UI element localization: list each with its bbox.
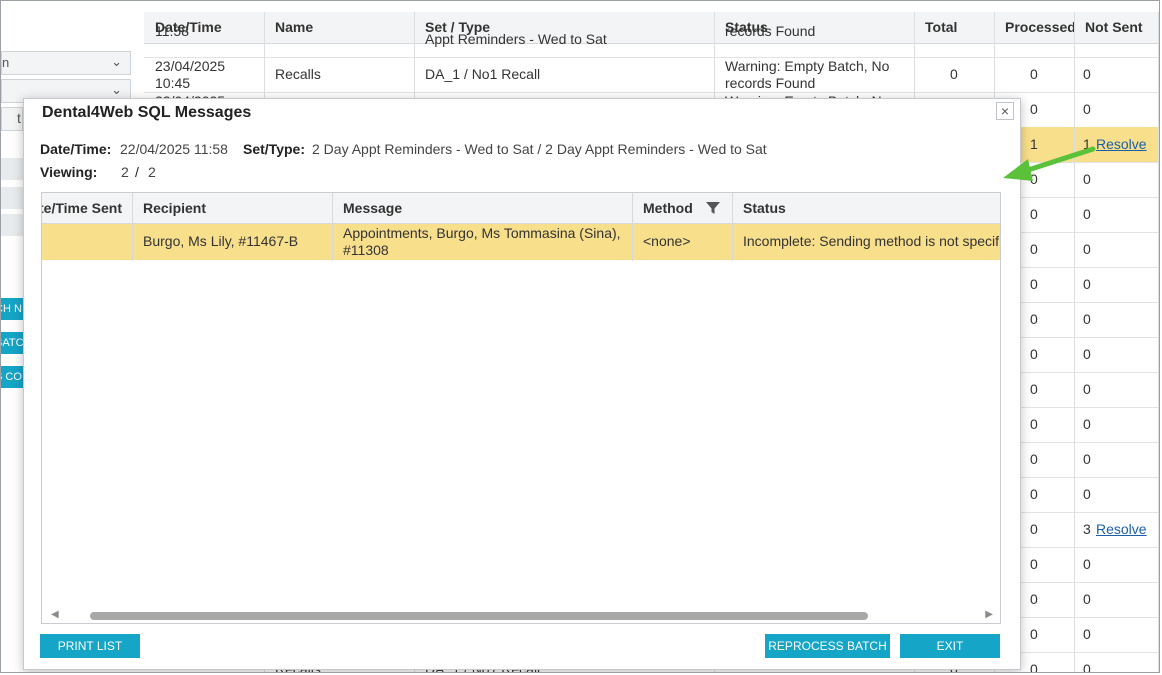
cell-message: Appointments, Burgo, Ms Tommasina (Sina)… [343,225,621,258]
left-row [1,187,23,209]
col-header-message[interactable]: Message [343,200,402,216]
cell-notsent: 0 [1083,556,1091,572]
close-button[interactable]: × [996,102,1014,120]
cell-notsent: 0 [1083,591,1091,607]
col-header-method[interactable]: Method [643,200,693,216]
filter-select-1-value: n [2,55,10,70]
cell-notsent: 0 [1083,346,1091,362]
cell-name: Recalls [275,66,321,82]
cell-status: records Found [725,23,816,39]
cell-processed: 0 [1030,101,1038,117]
cell-processed: 0 [1030,486,1038,502]
cell-notsent: 3 [1083,521,1091,537]
cell-status: Incomplete: Sending method is not specif [743,233,1000,249]
cell-processed: 0 [1030,591,1038,607]
col-header-datetime-sent[interactable]: te/Time Sent [42,200,122,216]
cell-processed: 0 [1030,626,1038,642]
scroll-left-icon[interactable]: ◀ [51,609,59,620]
cell-notsent: 0 [1083,276,1091,292]
cell-notsent: 0 [1083,451,1091,467]
cell-datetime: 11:58 [155,23,189,39]
chevron-down-icon: ⌄ [111,54,122,69]
table-row[interactable]: Burgo, Ms Lily, #11467-B Appointments, B… [42,224,1000,260]
cell-notsent: 0 [1083,311,1091,327]
reprocess-batch-button[interactable]: REPROCESS BATCH [765,634,890,658]
cell-processed: 0 [1030,416,1038,432]
datetime-value: 22/04/2025 11:58 [120,141,228,157]
cell-processed: 0 [1030,346,1038,362]
cell-settype: Appt Reminders - Wed to Sat [425,31,607,47]
viewing-total: 2 [148,164,156,180]
batch-button-2[interactable]: BATC [1,332,23,354]
col-divider [132,193,133,261]
scroll-right-icon[interactable]: ▶ [985,609,993,620]
cell-notsent: 0 [1083,101,1091,117]
settype-label: Set/Type: [243,141,305,157]
viewing-separator: / [135,164,139,180]
print-list-button[interactable]: PRINT LIST [40,634,140,658]
col-divider [332,193,333,261]
cell-processed: 0 [1030,241,1038,257]
cell-processed: 0 [1030,521,1038,537]
resolve-link[interactable]: Resolve [1096,521,1147,537]
sql-messages-dialog: Dental4Web SQL Messages × Date/Time: 22/… [23,98,1021,670]
messages-grid: te/Time Sent Recipient Message Method St… [41,192,1001,624]
cell-recipient: Burgo, Ms Lily, #11467-B [143,233,299,249]
cell-notsent: 0 [1083,416,1091,432]
cell-processed: 0 [1030,381,1038,397]
batch-button-1[interactable]: CH N [1,298,23,320]
cell-processed: 0 [1030,661,1038,673]
horizontal-scrollbar[interactable]: ◀ ▶ [42,608,1000,622]
col-divider [632,193,633,261]
cell-notsent: 0 [1083,626,1091,642]
cell-processed: 0 [1030,276,1038,292]
filter-select-1[interactable]: n ⌄ [1,51,131,75]
annotation-arrow-icon [1003,146,1096,181]
left-row [1,214,23,236]
settype-value: 2 Day Appt Reminders - Wed to Sat / 2 Da… [312,141,767,157]
cell-total: 0 [950,66,958,82]
cell-notsent: 0 [1083,66,1091,82]
col-header-status[interactable]: Status [743,200,786,216]
app-window: n ⌄ ⌄ t CH N BATC S CO Date/Time Name Se… [0,0,1160,673]
cell-notsent: 0 [1083,661,1091,673]
cell-settype: DA_1 / No1 Recall [425,66,541,82]
filter-icon[interactable] [705,200,721,216]
left-row [1,158,23,180]
viewing-current: 2 [121,164,129,180]
cell-notsent: 0 [1083,381,1091,397]
batch-button-3[interactable]: S CO [1,366,23,388]
cell-processed: 0 [1030,66,1038,82]
cell-processed: 0 [1030,451,1038,467]
cell-status: Warning: Empty Batch, No records Found [725,58,890,91]
filter-field-text: t [17,110,21,126]
col-divider [732,193,733,261]
close-icon: × [1000,103,1010,119]
cell-notsent: 0 [1083,241,1091,257]
cell-datetime: 23/04/2025 10:45 [155,58,226,91]
cell-notsent: 0 [1083,206,1091,222]
cell-notsent: 0 [1083,486,1091,502]
col-divider [1074,12,1075,672]
cell-processed: 0 [1030,556,1038,572]
table-row[interactable]: 11:58 Appt Reminders - Wed to Sat records … [144,22,1159,58]
dialog-title: Dental4Web SQL Messages [42,104,252,121]
cell-method: <none> [643,233,691,249]
col-divider [1158,12,1159,672]
scrollbar-thumb[interactable] [90,612,868,620]
viewing-label: Viewing: [40,164,98,180]
cell-processed: 0 [1030,311,1038,327]
datetime-label: Date/Time: [40,141,112,157]
cell-processed: 0 [1030,206,1038,222]
col-header-recipient[interactable]: Recipient [143,200,206,216]
exit-button[interactable]: EXIT [900,634,1000,658]
table-row[interactable]: 23/04/2025 10:45 Recalls DA_1 / No1 Recall… [144,57,1159,93]
messages-grid-header: te/Time Sent Recipient Message Method St… [42,193,1000,224]
chevron-down-icon: ⌄ [111,82,122,97]
